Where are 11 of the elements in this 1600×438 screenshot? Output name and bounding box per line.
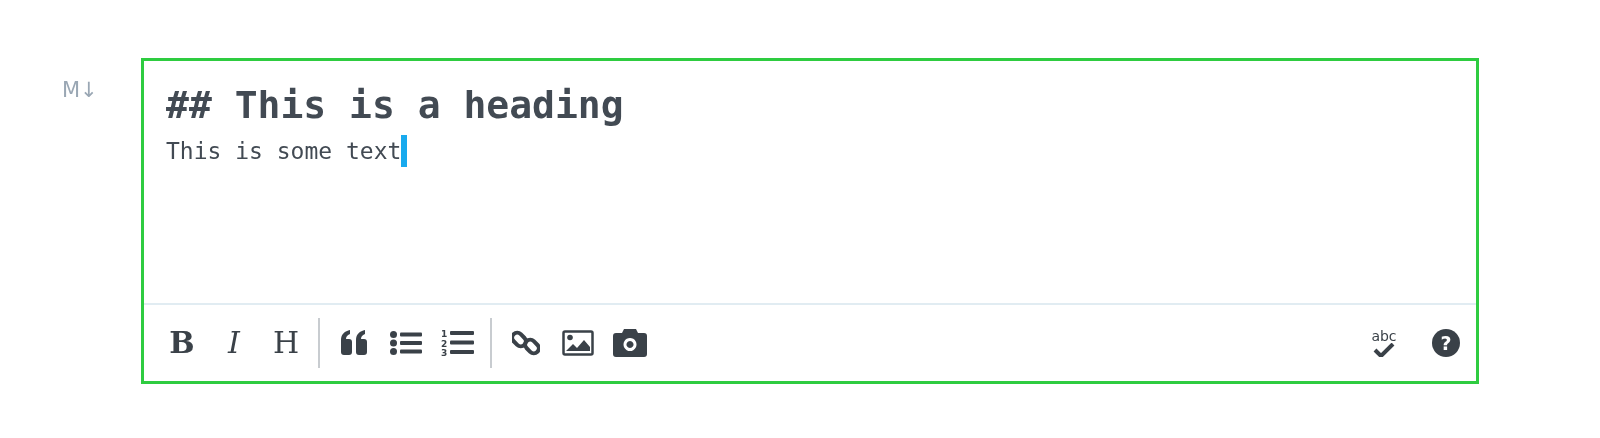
bold-button[interactable]: B <box>162 323 202 363</box>
text-line: This is some text <box>166 136 402 166</box>
heading-line: ## This is a heading <box>166 83 624 129</box>
markdown-logo: M↓ <box>62 77 99 101</box>
numbered-list-button[interactable]: 1 2 3 <box>438 323 478 363</box>
heading-button[interactable]: H <box>266 323 306 363</box>
editor[interactable]: ## This is a heading This is some text B I H 1 2 3 abc ? <box>141 58 1479 384</box>
checkmark-icon <box>1373 343 1395 357</box>
help-button[interactable]: ? <box>1432 329 1460 357</box>
italic-button[interactable]: I <box>214 323 254 363</box>
spellcheck-button[interactable]: abc <box>1364 323 1404 363</box>
